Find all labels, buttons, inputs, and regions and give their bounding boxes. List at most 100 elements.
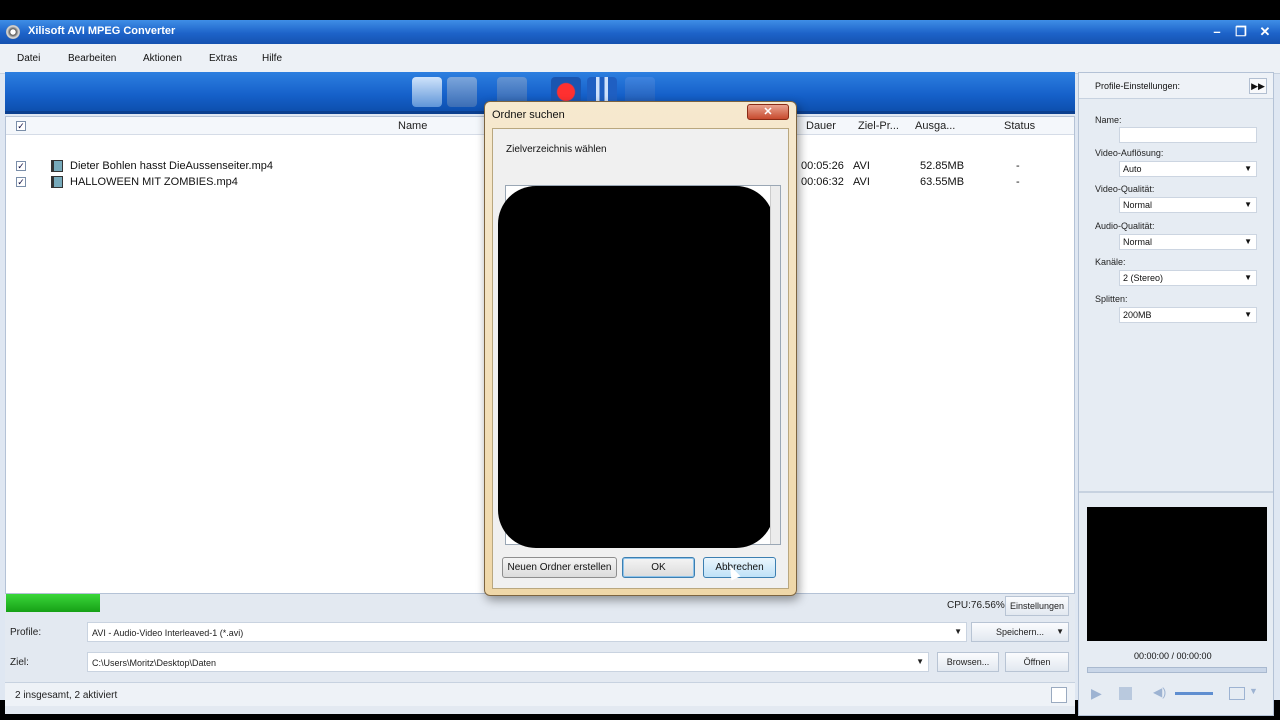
app-icon	[6, 25, 20, 39]
status-text: 2 insgesamt, 2 aktiviert	[15, 690, 118, 701]
bottom-panel: CPU:76.56% Einstellungen Profile: AVI - …	[5, 594, 1075, 714]
file-name: HALLOWEEN MIT ZOMBIES.mp4	[70, 176, 238, 188]
audio-quality-value: Normal	[1123, 237, 1153, 247]
video-preview	[1087, 507, 1267, 641]
row-checkbox[interactable]: ✓	[16, 161, 26, 171]
menu-datei[interactable]: Datei	[17, 53, 40, 64]
dialog-title: Ordner suchen	[492, 109, 565, 121]
profile-select[interactable]: AVI - Audio-Video Interleaved-1 (*.avi) …	[87, 622, 967, 642]
select-all-checkbox[interactable]: ✓	[16, 121, 26, 131]
close-icon[interactable]: ✕	[1256, 23, 1274, 41]
col-status[interactable]: Status	[1004, 120, 1035, 132]
col-ausgabe[interactable]: Ausga...	[915, 120, 955, 132]
browse-folder-dialog: Ordner suchen ✕ Zielverzeichnis wählen N…	[484, 101, 797, 596]
ziel-select[interactable]: C:\Users\Moritz\Desktop\Daten ▼	[87, 652, 929, 672]
split-value: 200MB	[1123, 310, 1152, 320]
time-readout: 00:00:00 / 00:00:00	[1134, 651, 1212, 661]
video-resolution-label: Video-Auflösung:	[1095, 148, 1164, 158]
chevron-down-icon: ▼	[1244, 164, 1252, 173]
chevron-down-icon: ▼	[1056, 627, 1064, 636]
file-target: AVI	[853, 176, 870, 188]
file-name: Dieter Bohlen hasst DieAussenseiter.mp4	[70, 160, 273, 172]
play-icon[interactable]: ▶	[1091, 685, 1107, 701]
new-folder-button[interactable]: Neuen Ordner erstellen	[502, 557, 617, 578]
file-status: -	[1016, 176, 1020, 188]
einstellungen-button[interactable]: Einstellungen	[1005, 596, 1069, 616]
split-select[interactable]: 200MB ▼	[1119, 307, 1257, 323]
profile-settings-title: Profile-Einstellungen:	[1095, 81, 1181, 91]
menu-hilfe[interactable]: Hilfe	[262, 53, 282, 64]
window-title: Xilisoft AVI MPEG Converter	[28, 25, 176, 37]
add-folder-icon[interactable]	[447, 77, 477, 107]
chevron-down-icon: ▼	[1244, 273, 1252, 282]
menu-bearbeiten[interactable]: Bearbeiten	[68, 53, 116, 64]
volume-icon[interactable]: ◀)	[1153, 685, 1169, 701]
redacted-area	[498, 186, 774, 548]
channels-select[interactable]: 2 (Stereo) ▼	[1119, 270, 1257, 286]
speichern-button[interactable]: Speichern... ▼	[971, 622, 1069, 642]
ziel-value: C:\Users\Moritz\Desktop\Daten	[92, 658, 217, 668]
chevron-down-icon[interactable]: ▼	[1249, 686, 1258, 696]
file-status: -	[1016, 160, 1020, 172]
channels-value: 2 (Stereo)	[1123, 273, 1164, 283]
expand-icon[interactable]: ▶▶	[1249, 78, 1267, 94]
browsen-button[interactable]: Browsen...	[937, 652, 999, 672]
col-dauer[interactable]: Dauer	[806, 120, 836, 132]
oeffnen-button[interactable]: Öffnen	[1005, 652, 1069, 672]
col-ziel[interactable]: Ziel-Pr...	[858, 120, 899, 132]
dialog-prompt: Zielverzeichnis wählen	[506, 144, 607, 155]
chevron-down-icon: ▼	[1244, 237, 1252, 246]
file-duration: 00:06:32	[801, 176, 844, 188]
audio-quality-label: Audio-Qualität:	[1095, 221, 1155, 231]
title-bar: Xilisoft AVI MPEG Converter – ❐ ✕	[0, 20, 1280, 44]
channels-label: Kanäle:	[1095, 257, 1126, 267]
folder-tree[interactable]	[498, 185, 781, 548]
audio-quality-select[interactable]: Normal ▼	[1119, 234, 1257, 250]
ziel-label: Ziel:	[10, 657, 29, 668]
chevron-down-icon: ▼	[1244, 310, 1252, 319]
file-target: AVI	[853, 160, 870, 172]
divider	[1079, 491, 1273, 493]
profile-label: Profile:	[10, 627, 42, 638]
snapshot-icon[interactable]	[1229, 687, 1245, 700]
menu-bar: Datei Bearbeiten Aktionen Extras Hilfe	[0, 44, 1280, 74]
file-size: 63.55MB	[920, 176, 965, 188]
video-resolution-value: Auto	[1123, 164, 1142, 174]
menu-aktionen[interactable]: Aktionen	[143, 53, 182, 64]
stop-icon[interactable]	[1119, 687, 1132, 700]
chevron-down-icon: ▼	[1244, 200, 1252, 209]
chevron-down-icon: ▼	[954, 627, 962, 636]
file-size: 52.85MB	[920, 160, 965, 172]
chevron-down-icon: ▼	[916, 657, 924, 666]
speichern-label: Speichern...	[995, 627, 1045, 637]
video-quality-select[interactable]: Normal ▼	[1119, 197, 1257, 213]
video-resolution-select[interactable]: Auto ▼	[1119, 161, 1257, 177]
add-file-icon[interactable]	[412, 77, 442, 107]
video-file-icon	[51, 160, 63, 172]
row-checkbox[interactable]: ✓	[16, 177, 26, 187]
file-duration: 00:05:26	[801, 160, 844, 172]
status-bar: 2 insgesamt, 2 aktiviert	[5, 682, 1075, 706]
profile-value: AVI - Audio-Video Interleaved-1 (*.avi)	[92, 628, 244, 638]
volume-slider[interactable]	[1175, 692, 1213, 695]
video-quality-value: Normal	[1123, 200, 1153, 210]
seek-bar[interactable]	[1087, 667, 1267, 673]
dialog-body: Zielverzeichnis wählen Neuen Ordner erst…	[492, 128, 789, 589]
restore-icon[interactable]: ❐	[1232, 23, 1250, 41]
ok-button[interactable]: OK	[622, 557, 695, 578]
video-quality-label: Video-Qualität:	[1095, 184, 1155, 194]
log-icon[interactable]	[1051, 687, 1067, 703]
name-input[interactable]	[1119, 127, 1257, 143]
minimize-icon[interactable]: –	[1208, 23, 1226, 41]
close-icon[interactable]: ✕	[747, 104, 789, 120]
profile-settings-header: Profile-Einstellungen: ▶▶	[1079, 73, 1273, 99]
col-name[interactable]: Name	[398, 120, 427, 132]
split-label: Splitten:	[1095, 294, 1128, 304]
tree-scrollbar[interactable]	[770, 186, 780, 544]
cpu-readout: CPU:76.56%	[947, 600, 1005, 611]
video-file-icon	[51, 176, 63, 188]
profile-settings-panel: Profile-Einstellungen: ▶▶ Name: Video-Au…	[1078, 72, 1274, 716]
menu-extras[interactable]: Extras	[209, 53, 237, 64]
name-label: Name:	[1095, 115, 1122, 125]
cpu-graph	[6, 594, 100, 612]
